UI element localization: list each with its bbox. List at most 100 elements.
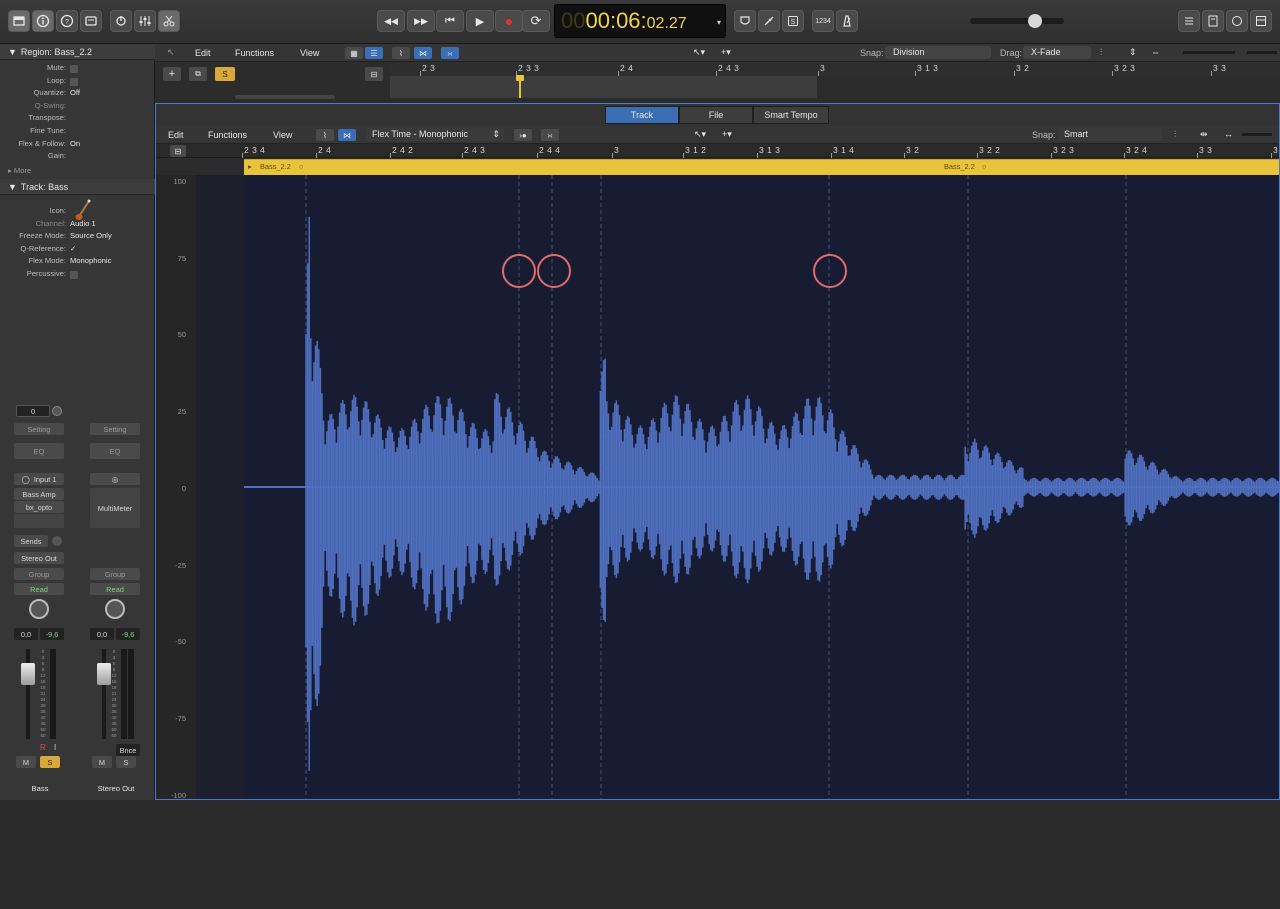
inspector-button[interactable] [32,10,54,32]
inspector-row[interactable]: Gain: [0,151,155,163]
smart-controls-button[interactable] [110,10,132,32]
drag-dropdown[interactable]: X-Fade [1023,46,1091,59]
global-solo-button[interactable]: S [215,67,235,81]
bounce-button[interactable]: Bnce [116,744,140,756]
inspector-row[interactable]: Transpose: [0,113,155,125]
more-disclosure[interactable]: ▸ More [0,166,155,178]
pan-value[interactable]: 0 [16,405,50,417]
lcd-dropdown-icon[interactable]: ▾ [717,18,721,27]
editor-zoom-slider[interactable] [1242,133,1272,136]
automation-mode-button[interactable]: Read [90,583,140,595]
inspector-row[interactable]: Q-Swing: [0,101,155,113]
region-inspector-header[interactable]: ▼ Region: Bass_2.2 [0,44,155,60]
cycle-button[interactable]: ⟳ [522,10,550,32]
volume-readout[interactable]: 0,0 [14,628,38,640]
editor-pointer-tool-icon[interactable]: ↖▾ [694,129,706,140]
volume-fader-cap[interactable] [21,663,35,685]
list-view-icon[interactable]: ☰ [365,47,383,59]
toolbar-button[interactable] [80,10,102,32]
inspector-row-value[interactable]: ✓ [70,244,76,256]
snap-dropdown[interactable]: Division [885,46,991,59]
tracks-edit-menu[interactable]: Edit [195,48,211,58]
flex-marker-circle[interactable] [813,254,847,288]
bass-guitar-icon[interactable] [74,198,92,222]
editor-zoom-icon[interactable]: ↔ [1224,129,1233,139]
plugin-slot-1[interactable]: Bass Amp [14,488,64,500]
inspector-row-value[interactable]: Monophonic [70,256,111,268]
duplicate-track-button[interactable]: ⧉ [189,67,207,81]
catch-icon[interactable]: ›‹ [441,47,459,59]
tracks-view-menu[interactable]: View [300,48,319,58]
disclosure-triangle-icon[interactable]: ▼ [8,47,17,57]
editor-snap-icon[interactable]: ›● [514,129,532,141]
add-track-button[interactable]: + [163,67,181,81]
replace-button[interactable] [734,10,756,32]
count-in-button[interactable]: 1234 [812,10,834,32]
inspector-row-value[interactable]: Off [70,88,80,100]
inspector-row[interactable]: Flex & Follow: On [0,139,155,151]
fit-horizontal-icon[interactable]: ⇔ [1151,47,1160,57]
waveform[interactable] [244,175,1280,799]
disclosure-triangle-icon[interactable]: ▼ [8,182,17,192]
inspector-row[interactable]: Fine Tune: [0,126,155,138]
forward-button[interactable]: ▶▶ [407,10,435,32]
plugin-slot-2[interactable]: bx_opto [14,501,64,513]
solo-button[interactable]: S [40,756,60,768]
mute-button[interactable]: M [92,756,112,768]
horizontal-zoom-slider[interactable] [1247,51,1277,54]
play-button[interactable]: ▶ [466,10,494,32]
checkbox[interactable] [70,271,78,279]
input-monitor-icon[interactable] [52,406,62,416]
tab-file[interactable]: File [679,106,753,124]
vertical-zoom-slider[interactable] [1183,51,1235,54]
plugin-slot-1[interactable]: MultiMeter [90,488,140,528]
flex-marker-circle[interactable] [502,254,536,288]
flex-icon[interactable]: ⋈ [414,47,432,59]
record-enable-icon[interactable]: R [40,743,50,753]
sends-button[interactable]: Sends [14,535,48,547]
pointer-tool-icon[interactable]: ↖▾ [693,47,705,58]
solo-button[interactable]: S [116,756,136,768]
metronome-button[interactable] [836,10,858,32]
inspector-row-value[interactable]: On [70,139,80,151]
lcd-display[interactable]: 00 00:06: 02.27 ▾ [554,4,726,38]
eq-button[interactable]: EQ [90,443,140,459]
master-volume-slider[interactable] [970,14,1064,28]
editors-button[interactable] [158,10,180,32]
tab-track[interactable]: Track [605,106,679,124]
editor-functions-menu[interactable]: Functions [208,130,247,140]
inspector-row[interactable]: Flex Mode: Monophonic [0,256,155,268]
go-to-start-button[interactable]: ⏮ [436,10,464,32]
automation-icon[interactable]: ⌇ [392,47,410,59]
inspector-row[interactable]: Quantize: Off [0,88,155,100]
fit-vertical-icon[interactable]: ⇕ [1129,47,1137,58]
region-header[interactable]: ▸ Bass_2.2 ○ Bass_2.2 ○ [244,159,1279,175]
peak-readout[interactable]: -9,6 [116,628,140,640]
rewind-button[interactable]: ◀◀ [377,10,405,32]
setting-button[interactable]: Setting [90,423,140,435]
editor-edit-menu[interactable]: Edit [168,130,184,140]
flex-mode-dropdown[interactable]: Flex Time - Monophonic ⇕ [366,128,504,141]
volume-readout[interactable]: 0,0 [90,628,114,640]
tuner-button[interactable] [758,10,780,32]
inspector-row[interactable]: Percussive: [0,269,155,281]
plugin-empty-slot[interactable] [14,514,64,528]
balance-knob[interactable] [105,599,125,619]
editor-secondary-tool-icon[interactable]: +▾ [722,129,732,140]
note-pads-button[interactable] [1202,10,1224,32]
group-button[interactable]: Group [90,568,140,580]
editor-catch-icon[interactable]: ›‹ [541,129,559,141]
editor-ruler-icon[interactable]: ⊟ [170,145,186,157]
editor-view-menu[interactable]: View [273,130,292,140]
inspector-row-value[interactable]: Source Only [70,231,112,243]
flex-marker-circle[interactable] [537,254,571,288]
editor-fit-icon[interactable]: ⇹ [1200,129,1208,140]
waveform-zoom-icon[interactable]: ⫶ [1100,47,1102,58]
tracks-ruler[interactable]: 2 3 2 3 3 2 4 2 4 3 3 3 1 3 3 2 3 2 3 3 3 [390,62,1280,76]
pan-knob[interactable] [29,599,49,619]
track-inspector-header[interactable]: ▼ Track: Bass [0,179,155,195]
inspector-row[interactable]: Loop: [0,76,155,88]
output-button[interactable]: Stereo Out [14,552,64,564]
mixer-button[interactable] [134,10,156,32]
solo-button[interactable]: S [782,10,804,32]
